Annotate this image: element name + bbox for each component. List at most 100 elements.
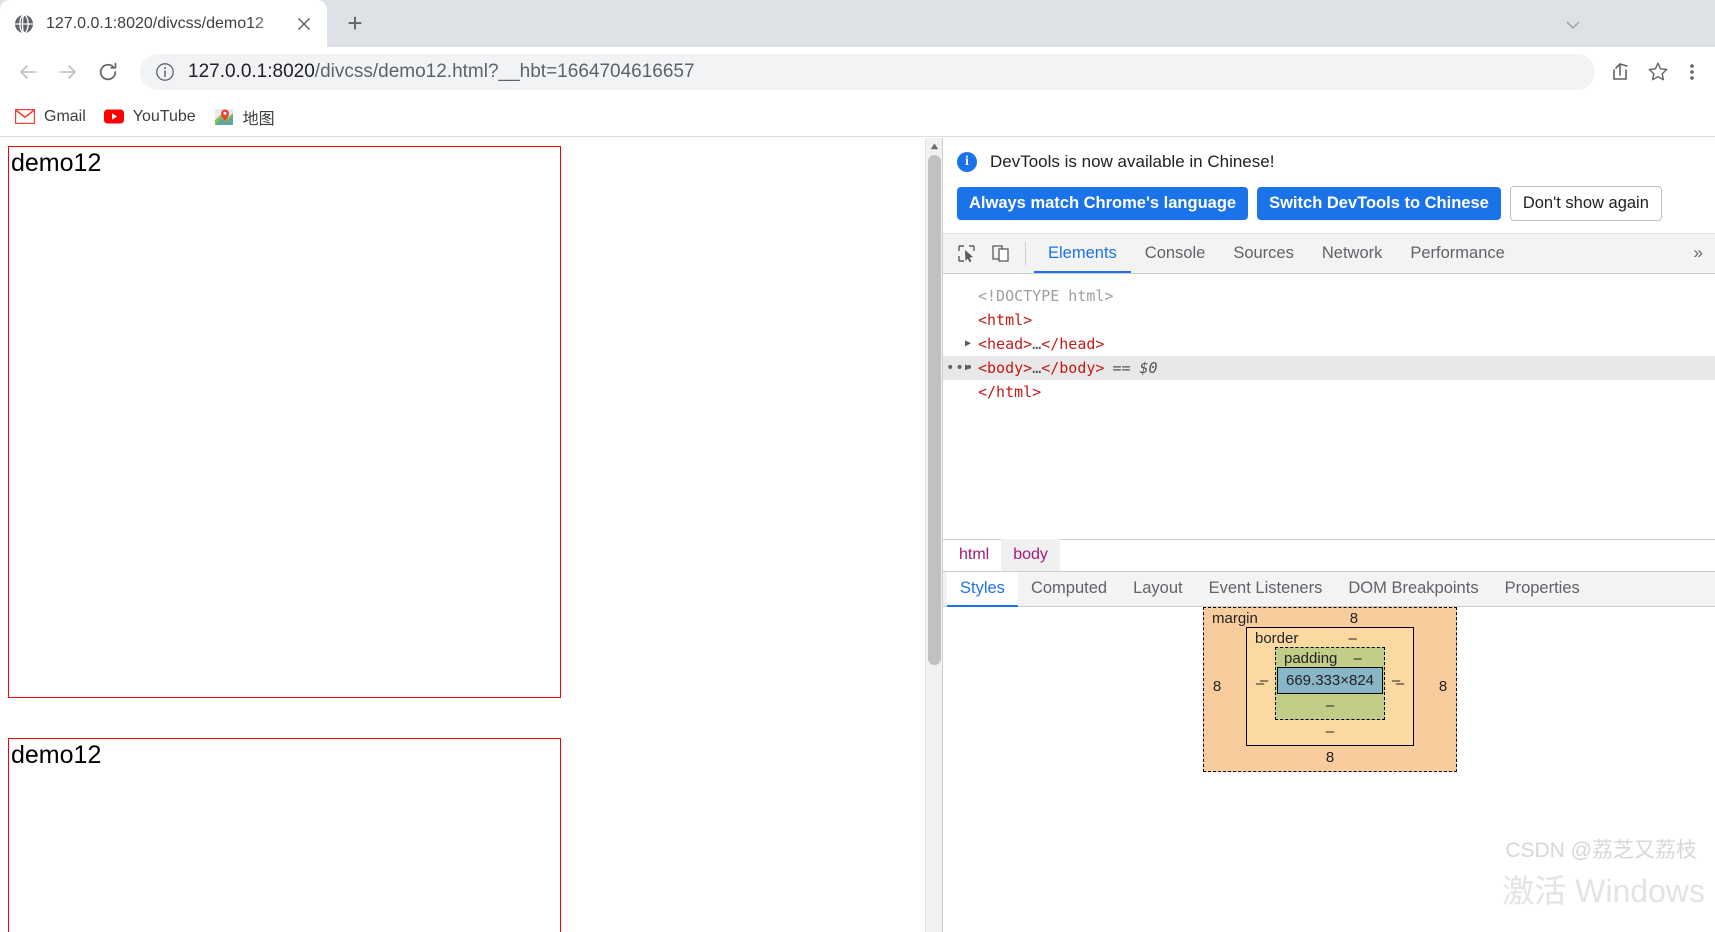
dont-show-again-button[interactable]: Don't show again [1509, 186, 1662, 221]
inspect-element-icon[interactable] [949, 234, 983, 273]
expand-triangle-icon[interactable]: ▶ [965, 338, 978, 349]
bookmark-label: YouTube [132, 107, 196, 125]
devtools-tab-console[interactable]: Console [1131, 234, 1220, 273]
dom-line-doctype[interactable]: <!DOCTYPE html> [943, 284, 1715, 308]
selected-node-ref: == $0 [1112, 358, 1158, 377]
scroll-up-arrow-icon[interactable] [926, 138, 942, 155]
page-scrollbar[interactable] [925, 138, 942, 932]
close-icon[interactable] [291, 11, 317, 37]
devtools-tab-network[interactable]: Network [1308, 234, 1397, 273]
reload-icon[interactable] [88, 52, 128, 92]
body-open-tag: <body> [978, 358, 1033, 377]
styles-tab-properties[interactable]: Properties [1492, 572, 1593, 606]
devtools-tab-performance[interactable]: Performance [1396, 234, 1518, 273]
address-bar[interactable]: 127.0.0.1:8020/divcss/demo12.html?__hbt=… [140, 54, 1595, 90]
chevron-double-right-icon[interactable]: » [1682, 234, 1715, 273]
share-icon[interactable] [1601, 53, 1639, 91]
dom-line-head[interactable]: ▶ <head>… </head> [943, 332, 1715, 356]
padding-left-value[interactable]: – [1251, 672, 1277, 689]
doctype-text: <!DOCTYPE html> [978, 286, 1114, 305]
bookmark-gmail[interactable]: Gmail [6, 102, 95, 132]
bookmark-maps[interactable]: 地图 [205, 102, 284, 132]
box-model-border[interactable]: border – – padding – – 669.333×824 – – –… [1246, 626, 1414, 746]
info-circle-icon[interactable] [154, 61, 176, 83]
dom-line-body[interactable]: ••• ▶ <body>… </body> == $0 [943, 355, 1715, 380]
page-body: demo12 demo12 [0, 138, 942, 932]
box-model-margin-label-row: margin 8 [1204, 608, 1456, 627]
demo-box-1: demo12 [8, 146, 561, 698]
border-label: border [1255, 629, 1299, 647]
box-model-margin[interactable]: margin 8 8 border – – padding – – 669.33… [1203, 606, 1457, 772]
breadcrumb-body[interactable]: body [1001, 539, 1060, 572]
head-open-tag: <head> [978, 334, 1033, 353]
border-middle-row: – padding – – 669.333×824 – – – [1247, 646, 1413, 720]
new-tab-button[interactable]: + [333, 1, 377, 45]
styles-tab-styles[interactable]: Styles [947, 571, 1018, 607]
margin-left-value[interactable]: 8 [1204, 678, 1230, 695]
box-model-border-label-row: border – [1247, 628, 1413, 647]
arrow-left-icon[interactable] [8, 52, 48, 92]
url-host: 127.0.0.1:8020 [188, 61, 315, 82]
csdn-watermark: CSDN @荔芝又荔枝 [1505, 839, 1697, 862]
windows-activation-title: 激活 Windows [1502, 873, 1705, 909]
tab-title: 127.0.0.1:8020/divcss/demo12 [46, 14, 264, 32]
star-icon[interactable] [1639, 53, 1677, 91]
devtools-tab-elements[interactable]: Elements [1034, 234, 1131, 273]
chevron-down-icon[interactable] [1549, 3, 1597, 47]
body-close-tag: </body> [1041, 358, 1105, 377]
styles-tab-layout[interactable]: Layout [1120, 572, 1196, 606]
windows-activation-watermark: 激活 Windows [1502, 866, 1705, 912]
border-right-value[interactable]: – [1387, 675, 1413, 692]
padding-label: padding [1284, 649, 1338, 667]
bookmark-youtube[interactable]: YouTube [95, 102, 205, 132]
devtools-tab-sources[interactable]: Sources [1219, 234, 1308, 273]
node-menu-icon[interactable]: ••• [946, 356, 974, 380]
arrow-right-icon[interactable] [48, 52, 88, 92]
devtools-tabbar: Elements Console Sources Network Perform… [943, 233, 1715, 274]
browser-tab[interactable]: 127.0.0.1:8020/divcss/demo12 [0, 0, 327, 47]
margin-top-value[interactable]: 8 [1258, 610, 1456, 627]
kebab-menu-icon[interactable] [1677, 53, 1707, 91]
omnibox-actions [1601, 53, 1707, 91]
dom-line-html-close[interactable]: </html> [943, 380, 1715, 404]
html-open-tag: <html> [978, 310, 1033, 329]
dom-breadcrumb: html body [943, 538, 1715, 572]
browser-toolbar: 127.0.0.1:8020/divcss/demo12.html?__hbt=… [0, 47, 1715, 97]
styles-tab-computed[interactable]: Computed [1018, 572, 1120, 606]
head-close-tag: </head> [1041, 334, 1105, 353]
breadcrumb-html[interactable]: html [947, 539, 1001, 571]
dom-line-html-open[interactable]: <html> [943, 308, 1715, 332]
padding-top-value[interactable]: – [1337, 650, 1384, 667]
padding-middle-row: – 669.333×824 – [1260, 666, 1400, 694]
border-bottom-value[interactable]: – [1247, 720, 1413, 745]
demo-box-2: demo12 [8, 738, 561, 932]
devtools-language-infobar: i DevTools is now available in Chinese! … [943, 138, 1715, 234]
styles-tabbar: Styles Computed Layout Event Listeners D… [943, 570, 1715, 607]
device-toolbar-icon[interactable] [983, 234, 1017, 273]
styles-tab-event-listeners[interactable]: Event Listeners [1196, 572, 1336, 606]
info-icon: i [957, 152, 977, 172]
infobar-message-row: i DevTools is now available in Chinese! [943, 152, 1715, 172]
box-model-padding-label-row: padding – [1276, 648, 1384, 667]
chrome-browser-window: 127.0.0.1:8020/divcss/demo12 + 127.0.0.1… [0, 0, 1715, 932]
margin-bottom-value[interactable]: 8 [1204, 746, 1456, 771]
page-viewport: demo12 demo12 [0, 138, 942, 932]
box-model-diagram: margin 8 8 border – – padding – – 669.33… [1203, 606, 1457, 772]
border-top-value[interactable]: – [1298, 630, 1413, 647]
switch-to-chinese-button[interactable]: Switch DevTools to Chinese [1257, 187, 1501, 220]
always-match-language-button[interactable]: Always match Chrome's language [957, 187, 1249, 220]
margin-label: margin [1212, 609, 1258, 627]
url-text[interactable]: 127.0.0.1:8020/divcss/demo12.html?__hbt=… [188, 61, 1585, 83]
demo-box-heading: demo12 [11, 741, 102, 769]
padding-bottom-value[interactable]: – [1276, 694, 1384, 719]
url-path: /divcss/demo12.html?__hbt=1664704616657 [314, 61, 695, 82]
box-model-content-size[interactable]: 669.333×824 [1277, 666, 1384, 694]
body-ellipsis: … [1032, 358, 1042, 377]
styles-tab-dom-breakpoints[interactable]: DOM Breakpoints [1335, 572, 1491, 606]
scrollbar-thumb[interactable] [928, 155, 941, 665]
bookmarks-bar: Gmail YouTube 地图 [0, 97, 1715, 137]
box-model-padding[interactable]: padding – – 669.333×824 – – [1260, 646, 1400, 720]
demo-box-heading: demo12 [11, 149, 102, 177]
devtools-panel: i DevTools is now available in Chinese! … [942, 138, 1715, 932]
margin-right-value[interactable]: 8 [1430, 678, 1456, 695]
